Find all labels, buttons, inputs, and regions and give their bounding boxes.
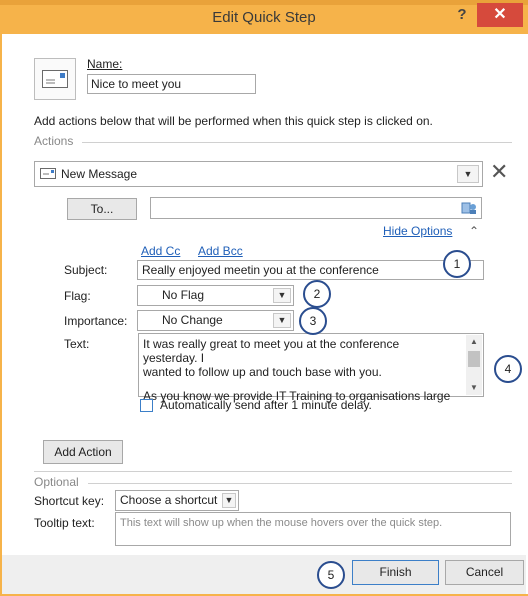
scroll-thumb[interactable] xyxy=(468,351,480,367)
action-dropdown-value: New Message xyxy=(61,167,138,181)
optional-divider xyxy=(88,483,512,484)
help-button[interactable]: ? xyxy=(448,4,476,26)
cancel-button[interactable]: Cancel xyxy=(445,560,524,585)
remove-action-icon[interactable]: ✕ xyxy=(490,160,508,184)
callout-marker: 2 xyxy=(303,280,331,308)
finish-button[interactable]: Finish xyxy=(352,560,439,585)
chevron-up-icon[interactable]: ▲ xyxy=(466,335,482,349)
callout-marker: 5 xyxy=(317,561,345,589)
shortcut-key-value: Choose a shortcut xyxy=(120,493,218,507)
text-scrollbar[interactable]: ▲ ▼ xyxy=(466,335,482,395)
instructions-text: Add actions below that will be performed… xyxy=(34,114,433,128)
to-field[interactable] xyxy=(150,197,482,219)
callout-marker: 3 xyxy=(299,307,327,335)
shortcut-key-dropdown[interactable]: Choose a shortcut ▼ xyxy=(115,490,239,511)
importance-dropdown[interactable]: No Change ▼ xyxy=(137,310,294,331)
tooltip-text-field[interactable]: This text will show up when the mouse ho… xyxy=(115,512,511,546)
chevron-down-icon[interactable]: ▼ xyxy=(466,381,482,395)
name-label: Name: xyxy=(87,57,123,71)
auto-send-checkbox[interactable] xyxy=(140,399,153,412)
subject-label: Subject: xyxy=(64,263,108,277)
message-icon xyxy=(40,168,56,179)
importance-label: Importance: xyxy=(64,314,128,328)
text-line: It was really great to meet you at the c… xyxy=(143,337,400,365)
flag-label: Flag: xyxy=(64,289,91,303)
flag-value: No Flag xyxy=(162,288,205,302)
callout-marker: 4 xyxy=(494,355,522,383)
to-button[interactable]: To... xyxy=(67,198,137,220)
actions-divider xyxy=(82,142,512,143)
hide-options-link[interactable]: Hide Options xyxy=(383,224,452,238)
add-bcc-link[interactable]: Add Bcc xyxy=(198,244,243,258)
quick-step-icon-button[interactable] xyxy=(34,58,76,100)
message-icon xyxy=(42,70,68,88)
close-button[interactable]: ✕ xyxy=(477,3,523,27)
add-cc-link[interactable]: Add Cc xyxy=(141,244,180,258)
shortcut-key-label: Shortcut key: xyxy=(34,494,105,508)
chevron-down-icon: ▼ xyxy=(222,493,236,508)
text-line: wanted to follow up and touch base with … xyxy=(143,365,382,379)
flag-dropdown[interactable]: No Flag ▼ xyxy=(137,285,294,306)
tooltip-placeholder: This text will show up when the mouse ho… xyxy=(120,517,443,529)
auto-send-label: Automatically send after 1 minute delay. xyxy=(160,398,372,412)
chevron-down-icon: ▼ xyxy=(273,288,291,303)
chevron-down-icon: ▼ xyxy=(273,313,291,328)
message-text-area[interactable]: It was really great to meet you at the c… xyxy=(138,333,484,403)
address-book-icon[interactable] xyxy=(461,201,477,215)
actions-section-label: Actions xyxy=(34,134,74,148)
tooltip-text-label: Tooltip text: xyxy=(34,516,95,530)
text-label: Text: xyxy=(64,337,90,351)
close-icon: ✕ xyxy=(493,6,507,23)
subject-field[interactable]: Really enjoyed meetin you at the confere… xyxy=(137,260,484,280)
add-action-divider xyxy=(34,471,512,472)
name-field[interactable]: Nice to meet you xyxy=(87,74,256,94)
action-dropdown[interactable]: New Message ▼ xyxy=(34,161,483,187)
callout-marker: 1 xyxy=(443,250,471,278)
chevron-down-icon: ▼ xyxy=(457,165,479,183)
importance-value: No Change xyxy=(162,313,223,327)
chevron-up-icon[interactable]: ⌃ xyxy=(469,224,479,238)
add-action-button[interactable]: Add Action xyxy=(43,440,123,464)
optional-section-label: Optional xyxy=(34,475,79,489)
